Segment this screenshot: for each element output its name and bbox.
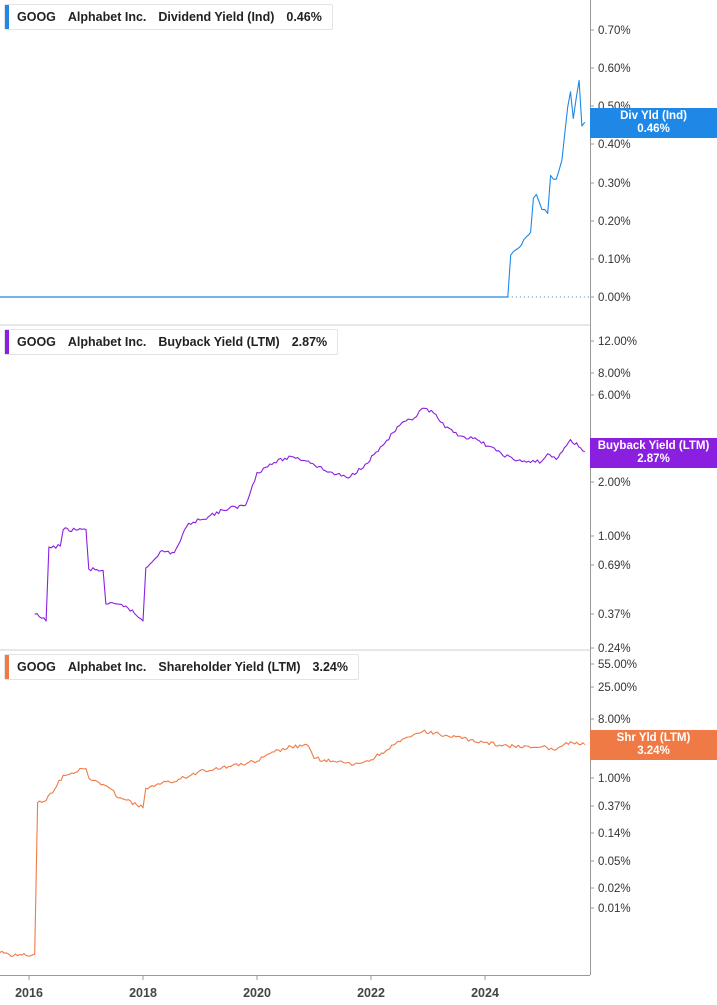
y-tick-label: 12.00% [598, 336, 637, 348]
y-tick-label: 6.00% [598, 390, 631, 402]
legend-ticker: GOOG [17, 660, 56, 674]
y-tick-label: 55.00% [598, 659, 637, 671]
tag-value: 0.46% [637, 123, 670, 135]
legend-company: Alphabet Inc. [67, 10, 147, 24]
y-tick-label: 0.70% [598, 25, 631, 37]
legend-value: 0.46% [286, 10, 322, 24]
x-tick-label: 2018 [129, 986, 157, 1000]
y-tick-label: 8.00% [598, 368, 631, 380]
legend-swatch [5, 655, 9, 679]
y-tick-label: 0.30% [598, 178, 631, 190]
tag-value: 2.87% [637, 453, 670, 465]
series-line [0, 729, 586, 958]
legend-value: 3.24% [312, 660, 348, 674]
y-tick-label: 0.37% [598, 609, 631, 621]
legend-buyback-yield: GOOG Alphabet Inc. Buyback Yield (LTM) 2… [4, 329, 339, 355]
y-tick-label: 0.69% [598, 560, 631, 572]
legend-shareholder-yield: GOOG Alphabet Inc. Shareholder Yield (LT… [4, 654, 359, 680]
price-tag-dividend: Div Yld (Ind) 0.46% [590, 108, 717, 138]
y-tick-label: 0.02% [598, 883, 631, 895]
x-tick-label: 2020 [243, 986, 271, 1000]
legend-ticker: GOOG [17, 10, 56, 24]
tag-label: Buyback Yield (LTM) [597, 440, 710, 452]
x-tick-label: 2016 [15, 986, 43, 1000]
y-tick-label: 0.10% [598, 254, 631, 266]
y-tick-label: 8.00% [598, 714, 631, 726]
chart-canvas: 0.70%0.60%0.50%0.40%0.30%0.20%0.10%0.00%… [0, 0, 637, 1000]
tag-label: Shr Yld (LTM) [616, 732, 691, 744]
legend-company: Alphabet Inc. [67, 660, 147, 674]
y-tick-label: 0.60% [598, 63, 631, 75]
series-line [34, 407, 585, 622]
y-tick-label: 25.00% [598, 682, 637, 694]
legend-company: Alphabet Inc. [67, 335, 147, 349]
tag-label: Div Yld (Ind) [620, 110, 687, 122]
y-tick-label: 1.00% [598, 773, 631, 785]
price-tag-shareholder: Shr Yld (LTM) 3.24% [590, 730, 717, 760]
y-tick-label: 1.00% [598, 531, 631, 543]
x-tick-label: 2022 [357, 986, 385, 1000]
y-tick-label: 0.05% [598, 856, 631, 868]
y-tick-label: 0.00% [598, 292, 631, 304]
y-tick-label: 0.37% [598, 801, 631, 813]
legend-dividend-yield: GOOG Alphabet Inc. Dividend Yield (Ind) … [4, 4, 333, 30]
y-tick-label: 2.00% [598, 477, 631, 489]
legend-ticker: GOOG [17, 335, 56, 349]
y-tick-label: 0.14% [598, 828, 631, 840]
legend-value: 2.87% [291, 335, 328, 349]
series-line [507, 79, 586, 298]
y-tick-label: 0.24% [598, 643, 631, 655]
y-tick-label: 0.40% [598, 139, 631, 151]
y-tick-label: 0.20% [598, 216, 631, 228]
legend-metric: Shareholder Yield (LTM) [158, 660, 301, 674]
legend-swatch [5, 330, 9, 354]
y-tick-label: 0.01% [598, 903, 631, 915]
x-tick-label: 2024 [471, 986, 499, 1000]
tag-value: 3.24% [637, 745, 670, 757]
legend-metric: Dividend Yield (Ind) [158, 10, 275, 24]
legend-metric: Buyback Yield (LTM) [158, 335, 280, 349]
price-tag-buyback: Buyback Yield (LTM) 2.87% [590, 438, 717, 468]
legend-swatch [5, 5, 9, 29]
